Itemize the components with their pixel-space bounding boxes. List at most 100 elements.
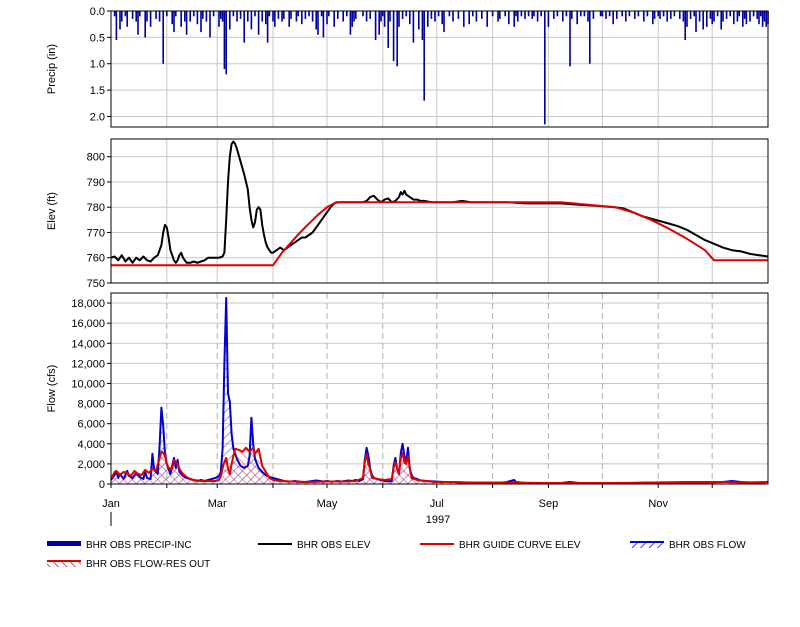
precip-bar xyxy=(183,11,186,22)
precip-bar xyxy=(765,11,768,27)
precip-bar xyxy=(486,11,489,27)
precip-bar xyxy=(659,11,661,19)
precip-bar xyxy=(543,11,546,125)
precip-bar xyxy=(480,11,483,19)
y-tick-label-elev: 760 xyxy=(87,253,105,265)
precip-bar xyxy=(165,11,168,17)
precip-bar xyxy=(378,11,381,35)
legend-item: BHR OBS FLOW xyxy=(630,540,746,551)
precip-bar xyxy=(311,11,314,22)
y-tick-label-flow: 12,000 xyxy=(71,358,105,370)
y-axis-label-flow: Flow (cfs) xyxy=(46,365,58,413)
precip-bar xyxy=(732,11,735,25)
y-tick-label-flow: 16,000 xyxy=(71,318,105,330)
panel-frame-elev xyxy=(110,138,769,284)
legend: BHR OBS PRECIP-INC BHR OBS ELEV BHR GUIDE … xyxy=(47,540,746,570)
precip-bar xyxy=(205,11,208,22)
precip-bar xyxy=(758,11,760,25)
legend-item: BHR OBS FLOW-RES OUT xyxy=(47,559,210,570)
precip-bar xyxy=(131,11,134,19)
precip-bar xyxy=(173,11,175,33)
precip-bar xyxy=(349,11,352,35)
precip-bar xyxy=(686,11,688,27)
y-tick-label-flow: 6,000 xyxy=(77,419,105,431)
precip-bar xyxy=(709,11,712,19)
precip-bar xyxy=(290,11,292,19)
precip-bar xyxy=(317,11,319,35)
precip-bar xyxy=(651,11,654,25)
precip-bar xyxy=(236,11,238,22)
y-tick-label-elev: 770 xyxy=(87,227,105,239)
precip-bar xyxy=(536,11,539,22)
legend-label: BHR OBS PRECIP-INC xyxy=(86,540,192,551)
precip-bar xyxy=(657,11,660,17)
precip-bar xyxy=(228,11,231,30)
precip-bar xyxy=(569,11,571,67)
precip-bar xyxy=(381,11,384,17)
precip-bar xyxy=(225,11,228,75)
precip-bar xyxy=(232,11,235,17)
precip-bar xyxy=(471,11,474,17)
precip-bar xyxy=(282,11,285,19)
precip-bar xyxy=(666,11,669,22)
precip-bar xyxy=(212,11,215,17)
panel-precip: 0.0 0.5 1.0 1.5 2.0 Precip (in) xyxy=(46,6,769,128)
precip-bar xyxy=(201,11,204,19)
x-tick-label: Jul xyxy=(430,498,444,510)
precip-bar xyxy=(468,11,471,25)
precip-bar xyxy=(531,11,534,19)
precip-bar xyxy=(642,11,645,22)
precip-bar xyxy=(398,11,400,27)
precip-bar xyxy=(759,11,762,17)
precip-bar xyxy=(383,11,386,27)
precip-bar xyxy=(162,11,165,64)
y-tick-label-flow: 2,000 xyxy=(77,459,105,471)
precip-bar xyxy=(243,11,246,43)
precip-bar xyxy=(497,11,499,22)
y-axis-label-elev: Elev (ft) xyxy=(46,192,58,230)
precip-bar xyxy=(126,11,129,27)
precip-bar xyxy=(520,11,523,17)
precip-bar xyxy=(389,11,391,22)
precip-bar xyxy=(421,11,424,40)
precip-bar xyxy=(196,11,199,25)
precip-bar xyxy=(120,11,123,22)
precip-bar xyxy=(678,11,681,19)
precip-bar xyxy=(662,11,665,17)
precip-bar xyxy=(277,11,280,19)
precip-bar xyxy=(430,11,433,19)
precip-bar xyxy=(185,11,188,35)
precip-bar xyxy=(498,11,501,19)
legend-swatch xyxy=(47,541,81,546)
precip-bar xyxy=(684,11,687,40)
y-axis-label-precip: Precip (in) xyxy=(46,44,58,94)
guide-curve-line xyxy=(111,201,768,267)
precip-bar xyxy=(441,11,444,25)
precip-bar xyxy=(587,11,589,22)
precip-bar xyxy=(713,11,715,22)
precip-bar xyxy=(729,11,732,17)
y-tick-label-precip: 0.5 xyxy=(90,32,105,44)
precip-bar xyxy=(565,11,568,17)
chart-figure: 0.0 0.5 1.0 1.5 2.0 Precip (in) 750 760 770 780 79… xyxy=(0,0,800,627)
legend-label: BHR OBS ELEV xyxy=(297,540,371,551)
precip-bar xyxy=(138,11,141,17)
precip-bar xyxy=(756,11,759,19)
precip-bar xyxy=(254,11,256,17)
precip-bar xyxy=(308,11,310,17)
precip-bar xyxy=(273,11,276,27)
x-tick-label: Mar xyxy=(208,498,227,510)
precip-bar xyxy=(219,11,222,19)
precip-bar xyxy=(288,11,291,27)
legend-item: BHR GUIDE CURVE ELEV xyxy=(420,540,581,551)
precip-bar xyxy=(524,11,526,19)
legend-label: BHR OBS FLOW-RES OUT xyxy=(86,559,210,570)
x-tick-label: Nov xyxy=(648,498,668,510)
y-tick-label-precip: 2.0 xyxy=(90,111,105,123)
precip-bar xyxy=(516,11,519,22)
precip-bar xyxy=(646,11,649,17)
precip-bar xyxy=(552,11,555,19)
precip-bar xyxy=(725,11,728,19)
precip-bar xyxy=(736,11,739,22)
precip-bar xyxy=(155,11,157,19)
